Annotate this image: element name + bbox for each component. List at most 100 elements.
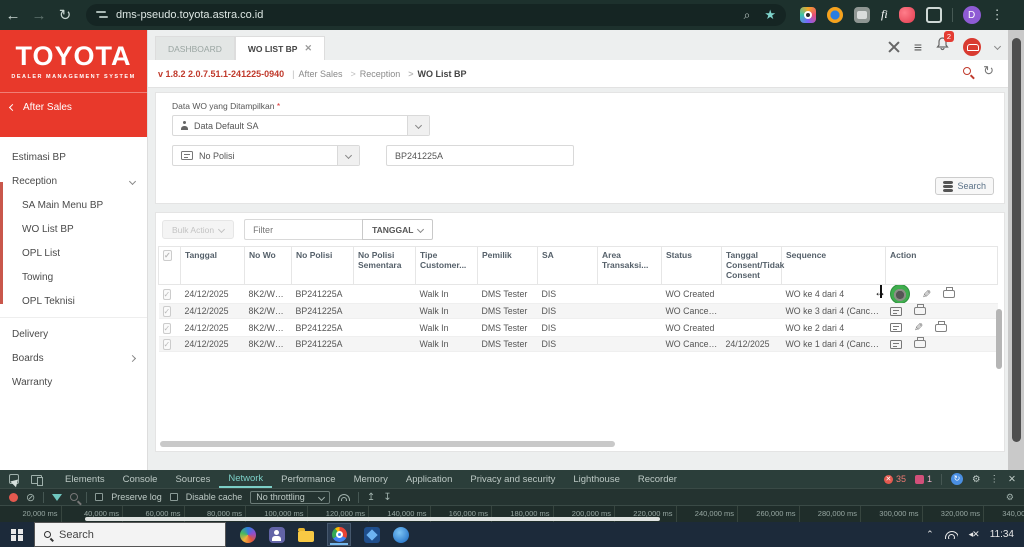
search-icon[interactable] xyxy=(963,67,971,75)
lens-extension-icon[interactable] xyxy=(827,7,843,23)
col-area-transaksi[interactable]: Area Transaksi... xyxy=(598,247,662,285)
col-tanggal[interactable]: Tanggal xyxy=(181,247,245,285)
detail-card-icon[interactable] xyxy=(890,307,902,316)
devtools-tab-memory[interactable]: Memory xyxy=(345,470,397,488)
refresh-icon[interactable]: ↻ xyxy=(983,63,994,79)
plate-number-input[interactable] xyxy=(386,145,574,166)
tab-wo-list-bp[interactable]: WO LIST BP✕ xyxy=(235,36,325,60)
devtools-tab-privacy[interactable]: Privacy and security xyxy=(461,470,564,488)
sidebar-item-warranty[interactable]: Warranty xyxy=(0,370,147,394)
user-profile-icon[interactable] xyxy=(963,38,981,56)
edge-app-icon[interactable] xyxy=(240,527,256,543)
tab-dashboard[interactable]: DASHBOARD xyxy=(155,36,235,60)
table-row[interactable]: ✓ 24/12/20258K2/WOB/2...BP241225AWalk In… xyxy=(159,304,998,319)
search-button[interactable]: Search xyxy=(935,177,994,195)
col-tanggal-consent[interactable]: Tanggal Consent/Tidak Consent xyxy=(722,247,782,285)
col-sequence[interactable]: Sequence xyxy=(782,247,886,285)
menu-list-icon[interactable]: ≡ xyxy=(914,42,922,52)
sidebar-section-after-sales[interactable]: After Sales xyxy=(0,92,147,122)
avatar-cursor-icon[interactable] xyxy=(890,285,910,304)
devtools-settings-icon[interactable]: ⚙ xyxy=(972,474,981,485)
fullscreen-icon[interactable] xyxy=(888,41,900,53)
devtools-tab-lighthouse[interactable]: Lighthouse xyxy=(564,470,628,488)
clock[interactable]: 11:34 xyxy=(990,529,1014,540)
inspect-element-icon[interactable] xyxy=(9,474,19,484)
close-tab-icon[interactable]: ✕ xyxy=(304,43,312,54)
forward-icon[interactable]: → xyxy=(26,7,52,24)
col-sa[interactable]: SA xyxy=(538,247,598,285)
breadcrumb-reception[interactable]: Reception xyxy=(346,69,400,79)
table-row[interactable]: ✓ 24/12/20258K2/WOB/2...BP241225AWalk In… xyxy=(159,285,998,304)
reload-icon[interactable]: ↻ xyxy=(52,6,78,24)
network-search-icon[interactable] xyxy=(70,493,78,501)
site-settings-icon[interactable] xyxy=(96,10,108,20)
filter-funnel-icon[interactable] xyxy=(52,494,62,501)
import-har-icon[interactable]: ↥ xyxy=(367,492,375,503)
fi-extension-icon[interactable]: fi xyxy=(881,7,888,23)
devtools-close-icon[interactable]: ✕ xyxy=(1008,474,1016,485)
col-no-polisi[interactable]: No Polisi xyxy=(292,247,354,285)
devtools-sync-icon[interactable]: ↻ xyxy=(951,473,963,485)
record-network-icon[interactable] xyxy=(9,493,18,502)
disable-cache-checkbox[interactable] xyxy=(170,493,178,501)
edit-icon[interactable]: ✎ xyxy=(914,321,923,334)
sidebar-item-towing[interactable]: Towing xyxy=(0,265,147,289)
devtools-menu-icon[interactable]: ⋮ xyxy=(990,474,1000,485)
devtools-tab-elements[interactable]: Elements xyxy=(56,470,114,488)
network-timeline[interactable]: 20,000 ms40,000 ms60,000 ms80,000 ms100,… xyxy=(0,506,1024,522)
devtools-tab-recorder[interactable]: Recorder xyxy=(629,470,686,488)
devtools-horizontal-scrollbar[interactable] xyxy=(85,517,660,521)
preserve-log-checkbox[interactable] xyxy=(95,493,103,501)
col-pemilik[interactable]: Pemilik xyxy=(478,247,538,285)
sidebar-item-delivery[interactable]: Delivery xyxy=(0,322,147,346)
print-icon[interactable] xyxy=(914,340,926,348)
back-icon[interactable]: ← xyxy=(0,7,26,24)
table-vertical-scrollbar[interactable] xyxy=(996,309,1002,369)
table-row[interactable]: ✓ 24/12/20258K2/WOB/2...BP241225AWalk In… xyxy=(159,319,998,337)
throttling-select[interactable]: No throttling xyxy=(250,491,330,504)
file-explorer-icon[interactable] xyxy=(298,531,314,542)
table-row[interactable]: ✓ 24/12/20258K2/WOB/2...BP241225AWalk In… xyxy=(159,337,998,352)
volume-muted-icon[interactable]: ◂✕ xyxy=(969,529,979,540)
notification-bell-icon[interactable]: 2 xyxy=(936,37,949,56)
start-button[interactable] xyxy=(0,522,34,547)
export-har-icon[interactable]: ↧ xyxy=(383,492,391,503)
dropdown-toggle[interactable] xyxy=(407,116,429,135)
breadcrumb-after-sales[interactable]: After Sales xyxy=(288,69,342,79)
taskbar-search[interactable]: Search xyxy=(34,522,226,547)
select-all-checkbox[interactable]: ✓ xyxy=(159,247,181,285)
detail-card-icon[interactable] xyxy=(890,323,902,332)
table-horizontal-scrollbar[interactable] xyxy=(160,441,615,447)
chrome-app-icon[interactable] xyxy=(327,523,351,546)
devtools-tab-network[interactable]: Network xyxy=(219,470,272,488)
row-checkbox[interactable]: ✓ xyxy=(163,339,172,350)
bulk-action-button[interactable]: Bulk Action xyxy=(162,220,234,239)
detail-card-icon[interactable] xyxy=(890,340,902,349)
tray-expand-icon[interactable]: ⌃ xyxy=(926,529,934,540)
browser-profile-avatar[interactable]: D xyxy=(963,6,981,24)
sidebar-item-estimasi-bp[interactable]: Estimasi BP xyxy=(0,145,147,169)
teams-app-icon[interactable] xyxy=(269,527,285,543)
screenshot-extension-icon[interactable] xyxy=(800,7,816,23)
sidebar-item-reception[interactable]: Reception xyxy=(0,169,147,193)
berry-extension-icon[interactable] xyxy=(899,7,915,23)
photos-app-icon[interactable] xyxy=(364,527,380,543)
sidebar-item-opl-list[interactable]: OPL List xyxy=(0,241,147,265)
browser-menu-icon[interactable]: ⋮ xyxy=(991,7,1004,23)
sidebar-item-wo-list-bp[interactable]: WO List BP xyxy=(0,217,147,241)
dropdown-toggle[interactable] xyxy=(337,146,359,165)
table-filter-input[interactable] xyxy=(244,219,362,240)
devtools-tab-application[interactable]: Application xyxy=(397,470,461,488)
row-checkbox[interactable]: ✓ xyxy=(163,289,172,300)
col-no-wo[interactable]: No Wo xyxy=(245,247,292,285)
device-toolbar-icon[interactable] xyxy=(31,475,42,484)
col-no-polisi-sementara[interactable]: No Polisi Sementara xyxy=(354,247,416,285)
zoom-icon[interactable]: ⌕ xyxy=(744,8,751,23)
issues-badge[interactable]: 1 xyxy=(915,474,932,484)
clear-network-icon[interactable]: ⊘ xyxy=(26,491,35,504)
sidebar-item-sa-main-menu-bp[interactable]: SA Main Menu BP xyxy=(0,193,147,217)
url-text[interactable]: dms-pseudo.toyota.astra.co.id xyxy=(116,9,730,21)
network-conditions-icon[interactable] xyxy=(338,494,350,501)
address-bar[interactable]: dms-pseudo.toyota.astra.co.id ⌕ ★ xyxy=(86,4,786,26)
wifi-icon[interactable] xyxy=(945,531,958,539)
